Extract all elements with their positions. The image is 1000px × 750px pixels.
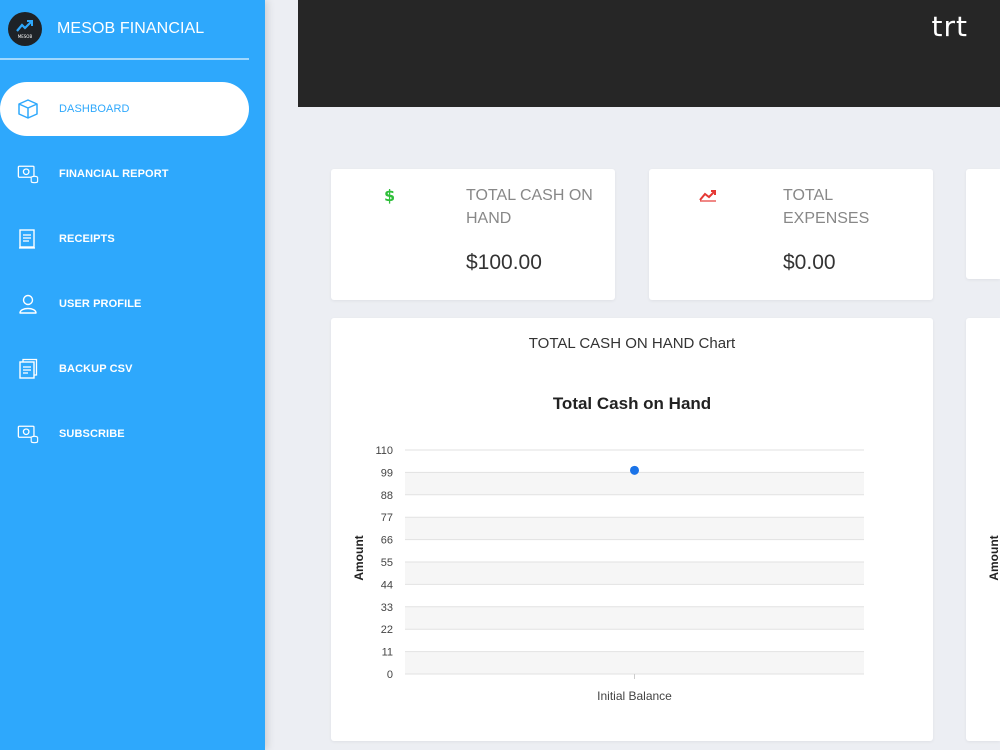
y-tick-label: 44 (381, 579, 393, 591)
stat-card-cash-on-hand: $ TOTAL CASH ON HAND $100.00 (331, 169, 615, 300)
y-tick-label: 99 (381, 467, 393, 479)
sidebar-item-label: USER PROFILE (59, 298, 142, 310)
partial-y-axis-label: Amount (987, 535, 1000, 580)
y-axis-label: Amount (352, 535, 366, 580)
stat-value: $100.00 (466, 251, 542, 274)
stat-title: TOTAL CASH ON HAND (466, 187, 593, 227)
brand-name: MESOB FINANCIAL (57, 20, 205, 37)
y-tick-label: 88 (381, 490, 393, 502)
stat-card-expenses: TOTAL EXPENSES $0.00 (649, 169, 933, 300)
sidebar-item-label: DASHBOARD (59, 103, 130, 115)
cash-on-hand-chart: 0 11 22 33 44 55 66 77 88 99 110 Initial Balance T… (352, 394, 864, 703)
user-icon (17, 293, 39, 315)
y-tick-label: 11 (382, 647, 393, 659)
logo-chart-icon (16, 20, 33, 32)
sidebar-item-dashboard[interactable]: DASHBOARD (0, 82, 249, 136)
stat-value: $0.00 (783, 251, 836, 274)
grid-band (405, 651, 864, 674)
chart-card-partial: Amount (966, 318, 1000, 741)
brand[interactable]: MESOB MESOB FINANCIAL (0, 0, 249, 60)
trend-icon (699, 187, 717, 206)
chart-title: Total Cash on Hand (553, 394, 711, 413)
sidebar-item-subscribe[interactable]: SUBSCRIBE (0, 407, 249, 461)
sidebar-item-label: BACKUP CSV (59, 363, 133, 375)
y-tick-label: 110 (375, 445, 393, 457)
x-tick-label: Initial Balance (597, 689, 672, 703)
box-icon (17, 98, 39, 120)
sidebar-item-backup-csv[interactable]: BACKUP CSV (0, 342, 249, 396)
logo: MESOB (8, 12, 42, 46)
sidebar-nav: DASHBOARD FINANCIAL REPORT RECEIPTS USER… (0, 82, 265, 461)
grid-band (405, 562, 864, 585)
stat-title: TOTAL EXPENSES (783, 187, 870, 227)
data-point[interactable] (630, 465, 639, 475)
grid-band (405, 606, 864, 630)
grid-band (405, 517, 864, 540)
top-header: trt (298, 0, 1000, 107)
sidebar-item-label: FINANCIAL REPORT (59, 168, 169, 180)
header-username[interactable]: trt (932, 10, 968, 43)
sidebar: MESOB MESOB FINANCIAL DASHBOARD FINANCIA… (0, 0, 265, 750)
y-tick-label: 77 (381, 512, 393, 524)
chart-card-cash-on-hand: TOTAL CASH ON HAND Chart 0 11 22 33 44 55 66 77… (331, 318, 933, 741)
sidebar-item-financial-report[interactable]: FINANCIAL REPORT (0, 147, 249, 201)
sidebar-item-label: SUBSCRIBE (59, 428, 125, 440)
logo-text: MESOB (17, 34, 33, 39)
dollar-icon: $ (384, 186, 396, 205)
sidebar-item-label: RECEIPTS (59, 233, 115, 245)
stat-card-partial (966, 169, 1000, 279)
y-tick-label: 22 (381, 624, 393, 636)
sidebar-item-user-profile[interactable]: USER PROFILE (0, 277, 249, 331)
grid-band (405, 472, 864, 495)
y-tick-label: 55 (381, 557, 393, 569)
money-report-icon (17, 163, 39, 185)
receipt-icon (17, 228, 39, 250)
y-tick-label: 33 (381, 602, 393, 614)
document-icon (17, 358, 39, 380)
sidebar-item-receipts[interactable]: RECEIPTS (0, 212, 249, 266)
money-subscribe-icon (17, 423, 39, 445)
y-tick-label: 66 (381, 535, 393, 547)
y-tick-label: 0 (387, 669, 393, 681)
